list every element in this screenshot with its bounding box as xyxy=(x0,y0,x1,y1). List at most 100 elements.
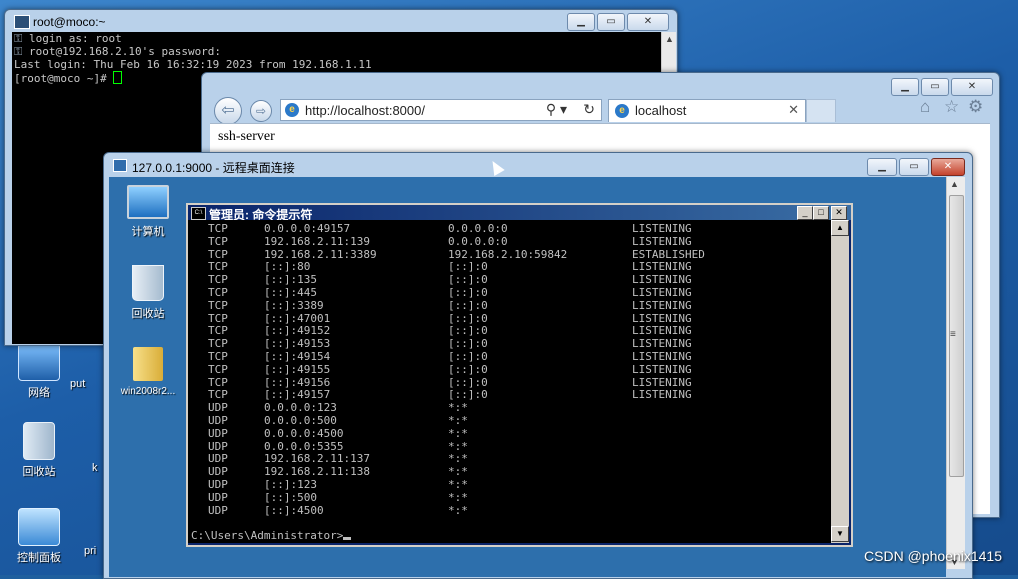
foreign-address-cell: *:* xyxy=(448,439,468,453)
forward-button[interactable]: ⇨ xyxy=(250,100,272,122)
cmd-titlebar[interactable]: C:\ 管理员: 命令提示符 _ □ ✕ xyxy=(188,205,851,222)
maximize-button[interactable]: ▭ xyxy=(921,78,949,96)
desktop-icon-recycle-bin[interactable]: 回收站 xyxy=(113,265,183,321)
close-button[interactable]: ✕ xyxy=(951,78,993,96)
netstat-row: TCP [::]:49154 [::]:0 LISTENING xyxy=(208,349,752,364)
key-icon: ⚿ xyxy=(14,32,23,45)
scrollbar[interactable]: ▲ ≡ ▼ xyxy=(946,177,965,569)
close-button[interactable]: ✕ xyxy=(831,206,847,220)
new-tab-button[interactable] xyxy=(806,99,836,122)
desktop-icon-label: 回收站 xyxy=(22,466,56,478)
gear-icon[interactable]: ⚙ xyxy=(968,97,983,117)
command-prompt-window[interactable]: C:\ 管理员: 命令提示符 _ □ ✕ TCP 0.0.0.0:49157 0.0… xyxy=(186,203,853,547)
protocol-cell: UDP xyxy=(208,503,228,517)
page-text: ssh-server xyxy=(218,129,275,144)
netstat-row: TCP [::]:445 [::]:0 LISTENING xyxy=(208,285,752,300)
recycle-bin-icon xyxy=(132,265,164,301)
state-cell: LISTENING xyxy=(632,234,692,248)
protocol-cell: TCP xyxy=(208,222,228,235)
desktop-icon-label: 回收站 xyxy=(131,308,165,320)
close-button[interactable]: ✕ xyxy=(627,13,669,31)
state-cell xyxy=(632,505,752,518)
tab-close-icon[interactable]: ✕ xyxy=(788,102,799,118)
address-bar[interactable]: e http://localhost:8000/ ⚲ ▾ ↻ xyxy=(280,99,602,121)
desktop-icon-recycle-bin[interactable]: 回收站 xyxy=(9,422,69,479)
desktop-icon-label: 计算机 xyxy=(131,226,165,238)
netstat-row: TCP [::]:3389 [::]:0 LISTENING xyxy=(208,298,752,313)
desktop-icon-control-panel[interactable]: 控制面板 xyxy=(9,508,69,565)
netstat-row: TCP [::]:49155 [::]:0 LISTENING xyxy=(208,362,752,377)
ie-page-icon: e xyxy=(615,104,629,118)
desktop-icon-folder[interactable]: win2008r2... xyxy=(113,347,183,397)
key-icon: ⚿ xyxy=(14,44,23,58)
maximize-button[interactable]: ▭ xyxy=(597,13,625,31)
folder-icon xyxy=(133,347,163,381)
local-address-cell: [::]:500 xyxy=(264,490,317,504)
ie-page-icon: e xyxy=(285,103,299,117)
minimize-button[interactable]: ▁ xyxy=(567,13,595,31)
back-button[interactable]: ⇦ xyxy=(214,97,242,125)
terminal-line: ⚿ root@192.168.2.10's password: xyxy=(14,44,222,58)
minimize-button[interactable]: _ xyxy=(797,206,813,220)
desktop-icon-partial-label: put xyxy=(70,378,86,390)
local-address-cell: [::]:3389 xyxy=(264,298,324,312)
maximize-button[interactable]: ▭ xyxy=(899,158,929,176)
state-cell xyxy=(632,428,752,441)
refresh-icon[interactable]: ↻ xyxy=(583,101,595,118)
desktop-icon-network[interactable]: 网络 xyxy=(9,343,69,400)
desktop-icon-label: 控制面板 xyxy=(17,552,61,564)
foreign-address-cell: *:* xyxy=(448,426,468,440)
local-address-cell: 0.0.0.0:500 xyxy=(264,413,337,427)
scroll-up-icon[interactable]: ▲ xyxy=(665,34,674,44)
netstat-row: UDP [::]:4500 *:* xyxy=(208,503,752,518)
minimize-button[interactable]: ▁ xyxy=(867,158,897,176)
watermark: CSDN @phoenix1415 xyxy=(864,548,1002,564)
tab-localhost[interactable]: e localhost ✕ xyxy=(608,99,806,122)
rdp-titlebar[interactable]: 127.0.0.1:9000 - 远程桌面连接 ▁ ▭ ✕ xyxy=(104,153,972,177)
minimize-button[interactable]: ▁ xyxy=(891,78,919,96)
address-url[interactable]: http://localhost:8000/ xyxy=(305,103,425,118)
foreign-address-cell: *:* xyxy=(448,413,468,427)
state-cell xyxy=(632,441,752,454)
putty-titlebar[interactable]: root@moco:~ ▁ ▭ ✕ xyxy=(5,10,677,32)
state-cell: LISTENING xyxy=(632,285,692,299)
netstat-output: TCP 0.0.0.0:49157 0.0.0.0:0 LISTENING TCP 192… xyxy=(208,222,752,518)
local-address-cell: [::]:49154 xyxy=(264,349,331,363)
protocol-cell: UDP xyxy=(208,413,228,427)
favorites-star-icon[interactable]: ☆ xyxy=(944,97,959,117)
foreign-address-cell: *:* xyxy=(448,503,468,517)
scroll-down-icon[interactable]: ▼ xyxy=(831,526,849,542)
maximize-button[interactable]: □ xyxy=(813,206,829,220)
close-button[interactable]: ✕ xyxy=(931,158,965,176)
browser-toolbar: ⇦ ⇨ e http://localhost:8000/ ⚲ ▾ ↻ e loc… xyxy=(210,97,990,125)
protocol-cell: TCP xyxy=(208,362,228,376)
network-icon xyxy=(18,343,60,381)
terminal-prompt[interactable]: C:\Users\Administrator> xyxy=(191,529,352,542)
local-address-cell: [::]:123 xyxy=(264,477,317,491)
cursor xyxy=(343,537,352,540)
state-cell xyxy=(632,466,752,479)
remote-desktop-icon xyxy=(113,159,127,172)
state-cell: LISTENING xyxy=(632,349,692,363)
foreign-address-cell: *:* xyxy=(448,465,468,479)
scroll-grip-icon: ≡ xyxy=(950,329,956,340)
desktop-icon-label: win2008r2... xyxy=(120,386,176,397)
scrollbar[interactable]: ▲ ▼ xyxy=(831,220,849,543)
foreign-address-cell: *:* xyxy=(448,490,468,504)
local-address-cell: [::]:4500 xyxy=(264,503,324,517)
window-title: root@moco:~ xyxy=(33,15,106,29)
home-icon[interactable]: ⌂ xyxy=(920,97,930,117)
scroll-up-icon[interactable]: ▲ xyxy=(831,220,849,236)
local-address-cell: 0.0.0.0:4500 xyxy=(264,426,344,440)
search-icon[interactable]: ⚲ ▾ xyxy=(546,101,567,118)
netstat-row: UDP 0.0.0.0:4500 *:* xyxy=(208,426,752,441)
netstat-row: UDP [::]:500 *:* xyxy=(208,490,752,505)
scroll-up-icon[interactable]: ▲ xyxy=(950,179,959,189)
terminal-line: Last login: Thu Feb 16 16:32:19 2023 fro… xyxy=(14,57,372,71)
control-panel-icon xyxy=(18,508,60,546)
local-address-cell: [::]:49155 xyxy=(264,362,331,376)
terminal-output[interactable]: TCP 0.0.0.0:49157 0.0.0.0:0 LISTENING TCP 192… xyxy=(188,220,831,543)
desktop-icon-computer[interactable]: 计算机 xyxy=(113,185,183,239)
state-cell: LISTENING xyxy=(632,362,692,376)
state-cell xyxy=(632,492,752,505)
